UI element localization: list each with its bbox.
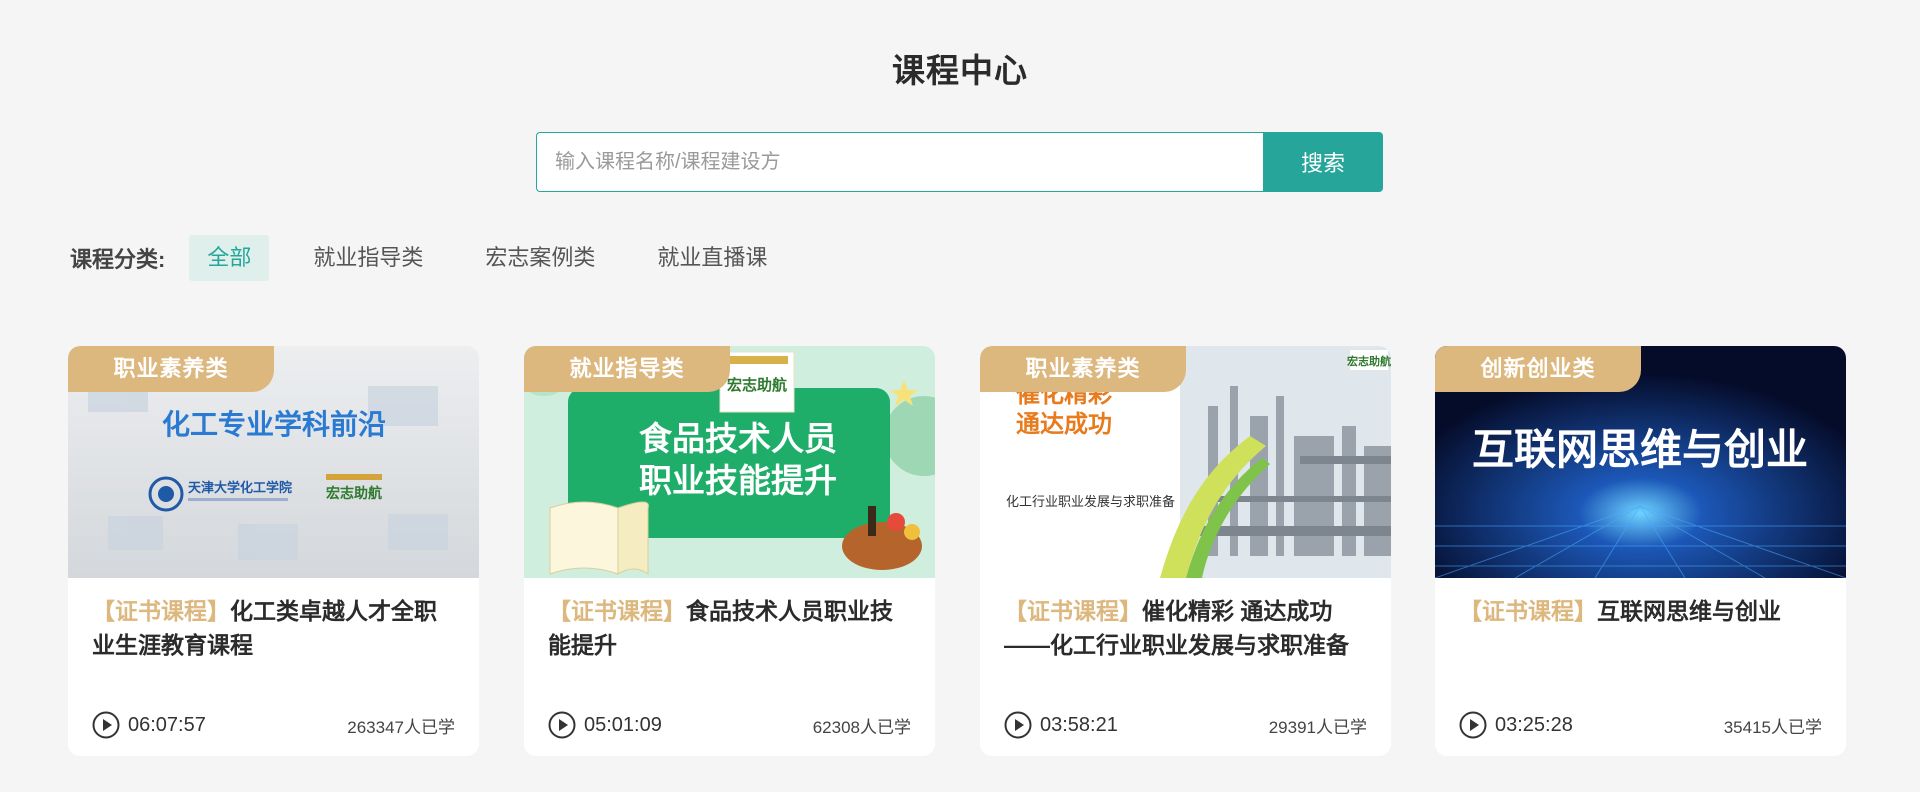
course-card[interactable]: 催化精彩 通达成功 化工行业职业发展与求职准备 宏志助航 职业素养类 【证书课程… (980, 346, 1391, 756)
learner-count: 263347人已学 (347, 717, 455, 737)
category-tag: 职业素养类 (980, 346, 1186, 392)
thumb-headline: 化工专业学科前沿 (162, 408, 386, 441)
course-card[interactable]: 互联网思维与创业 创新创业类 【证书课程】互联网思维与创业 03:25:28 3… (1435, 346, 1846, 756)
thumb-headline: 互联网思维与创业 (1472, 426, 1808, 473)
page-title: 课程中心 (892, 52, 1028, 89)
category-tag: 就业指导类 (524, 346, 730, 392)
course-thumbnail[interactable]: 互联网思维与创业 创新创业类 (1435, 346, 1846, 578)
play-icon (92, 711, 120, 739)
thumb-line1: 食品技术人员 (639, 420, 837, 457)
course-thumbnail[interactable]: 催化精彩 通达成功 化工行业职业发展与求职准备 宏志助航 职业素养类 (980, 346, 1391, 578)
course-title[interactable]: 【证书课程】催化精彩 通达成功——化工行业职业发展与求职准备 (1004, 594, 1370, 662)
course-card[interactable]: 化工专业学科前沿 天津大学化工学院 宏志助航 职业素养类 【证书课程】化工类卓越… (68, 346, 479, 756)
thumb-line2: 通达成功 (1016, 411, 1112, 438)
course-title[interactable]: 【证书课程】食品技术人员职业技能提升 (548, 594, 914, 662)
course-meta: 06:07:57 263347人已学 (92, 710, 455, 740)
course-duration: 03:25:28 (1459, 711, 1573, 739)
search-input[interactable] (536, 132, 1263, 192)
course-title[interactable]: 【证书课程】互联网思维与创业 (1459, 594, 1825, 628)
tab-career-guidance[interactable]: 就业指导类 (295, 235, 441, 281)
category-filter: 课程分类: 全部 就业指导类 宏志案例类 就业直播课 (70, 234, 811, 282)
learner-count: 35415人已学 (1723, 717, 1822, 737)
search-button[interactable]: 搜索 (1263, 132, 1383, 192)
play-icon (548, 711, 576, 739)
course-thumbnail[interactable]: 化工专业学科前沿 天津大学化工学院 宏志助航 职业素养类 (68, 346, 479, 578)
category-tag: 职业素养类 (68, 346, 274, 392)
play-icon (1459, 711, 1487, 739)
course-duration: 03:58:21 (1004, 711, 1118, 739)
course-meta: 05:01:09 62308人已学 (548, 710, 911, 740)
category-label: 课程分类: (70, 247, 166, 272)
course-meta: 03:58:21 29391人已学 (1004, 710, 1367, 740)
search-bar: 搜索 (536, 132, 1383, 192)
course-thumbnail[interactable]: 宏志助航 食品技术人员 职业技能提升 就业指导类 (524, 346, 935, 578)
thumb-logo: 宏志助航 (1347, 354, 1391, 368)
course-duration: 05:01:09 (548, 711, 662, 739)
learner-count: 62308人已学 (812, 717, 911, 737)
course-card[interactable]: 宏志助航 食品技术人员 职业技能提升 就业指导类 【证书课程】食品技术人员职业技… (524, 346, 935, 756)
thumb-logo: 宏志助航 (727, 376, 787, 394)
course-duration: 06:07:57 (92, 711, 206, 739)
thumb-line2: 职业技能提升 (639, 462, 837, 499)
tab-live-courses[interactable]: 就业直播课 (639, 235, 785, 281)
tab-hongzhi-cases[interactable]: 宏志案例类 (467, 235, 613, 281)
category-tag: 创新创业类 (1435, 346, 1641, 392)
thumb-caption: 化工行业职业发展与求职准备 (1006, 494, 1175, 509)
thumb-org: 天津大学化工学院 (188, 480, 292, 495)
course-meta: 03:25:28 35415人已学 (1459, 710, 1822, 740)
course-title[interactable]: 【证书课程】化工类卓越人才全职业生涯教育课程 (92, 594, 458, 662)
learner-count: 29391人已学 (1268, 717, 1367, 737)
play-icon (1004, 711, 1032, 739)
tab-all[interactable]: 全部 (189, 235, 270, 281)
thumb-logo: 宏志助航 (326, 485, 382, 502)
